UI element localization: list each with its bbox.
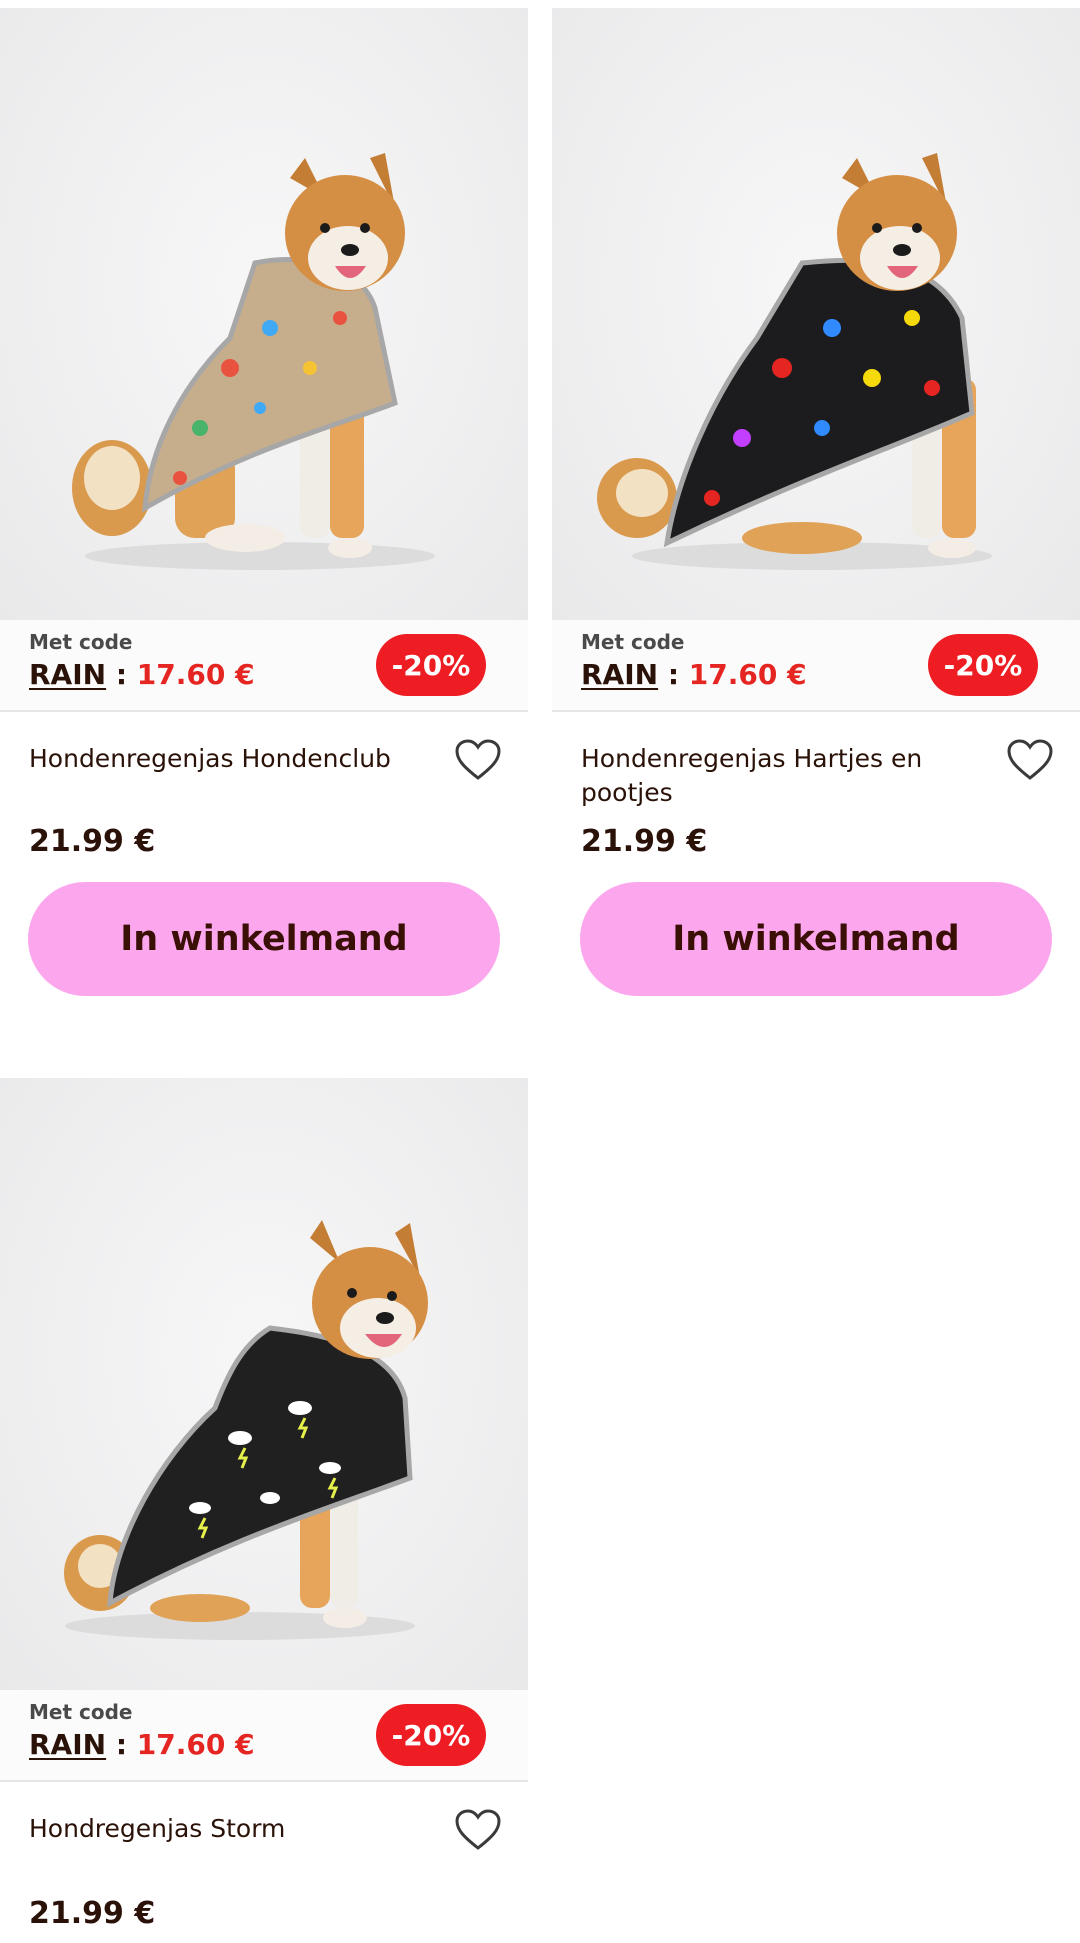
dog-raincoat-illustration [597, 153, 992, 570]
product-image[interactable] [0, 8, 528, 620]
discount-badge: -20% [376, 1704, 486, 1766]
discount-price: 17.60 € [136, 658, 255, 691]
promo-code-bar: Met code RAIN : 17.60 € -20% [0, 1690, 528, 1782]
product-card[interactable]: Met code RAIN : 17.60 € -20% Hondregenja… [0, 1078, 528, 1943]
product-title[interactable]: Hondenregenjas Hartjes en pootjes [581, 742, 981, 810]
product-title[interactable]: Hondenregenjas Hondenclub [29, 742, 429, 776]
dog-raincoat-illustration [64, 1220, 428, 1640]
promo-separator: : [115, 1728, 128, 1761]
product-image[interactable] [0, 1078, 528, 1690]
promo-code-line: RAIN : 17.60 € [29, 1728, 255, 1761]
promo-separator: : [115, 658, 128, 691]
discount-badge: -20% [376, 634, 486, 696]
promo-code-bar: Met code RAIN : 17.60 € -20% [552, 620, 1080, 712]
heart-outline-icon[interactable] [454, 738, 502, 782]
product-image[interactable] [552, 8, 1080, 620]
add-to-cart-button[interactable]: In winkelmand [580, 882, 1052, 996]
heart-outline-icon[interactable] [1006, 738, 1054, 782]
product-price: 21.99 € [29, 1896, 156, 1931]
promo-code-line: RAIN : 17.60 € [581, 658, 807, 691]
heart-outline-icon[interactable] [454, 1808, 502, 1852]
product-price: 21.99 € [29, 824, 156, 859]
promo-code[interactable]: RAIN [581, 658, 658, 691]
promo-label: Met code [29, 1700, 133, 1724]
promo-label: Met code [581, 630, 685, 654]
product-title[interactable]: Hondregenjas Storm [29, 1812, 429, 1846]
discount-price: 17.60 € [688, 658, 807, 691]
promo-code[interactable]: RAIN [29, 1728, 106, 1761]
product-grid: Met code RAIN : 17.60 € -20% Hondenregen… [0, 0, 1080, 1943]
promo-code-line: RAIN : 17.60 € [29, 658, 255, 691]
discount-price: 17.60 € [136, 1728, 255, 1761]
product-card[interactable]: Met code RAIN : 17.60 € -20% Hondenregen… [0, 8, 528, 1054]
discount-badge: -20% [928, 634, 1038, 696]
promo-code-bar: Met code RAIN : 17.60 € -20% [0, 620, 528, 712]
promo-code[interactable]: RAIN [29, 658, 106, 691]
dog-raincoat-illustration [72, 153, 435, 570]
add-to-cart-button[interactable]: In winkelmand [28, 882, 500, 996]
product-price: 21.99 € [581, 824, 708, 859]
product-card[interactable]: Met code RAIN : 17.60 € -20% Hondenregen… [552, 8, 1080, 1054]
promo-label: Met code [29, 630, 133, 654]
promo-separator: : [667, 658, 680, 691]
